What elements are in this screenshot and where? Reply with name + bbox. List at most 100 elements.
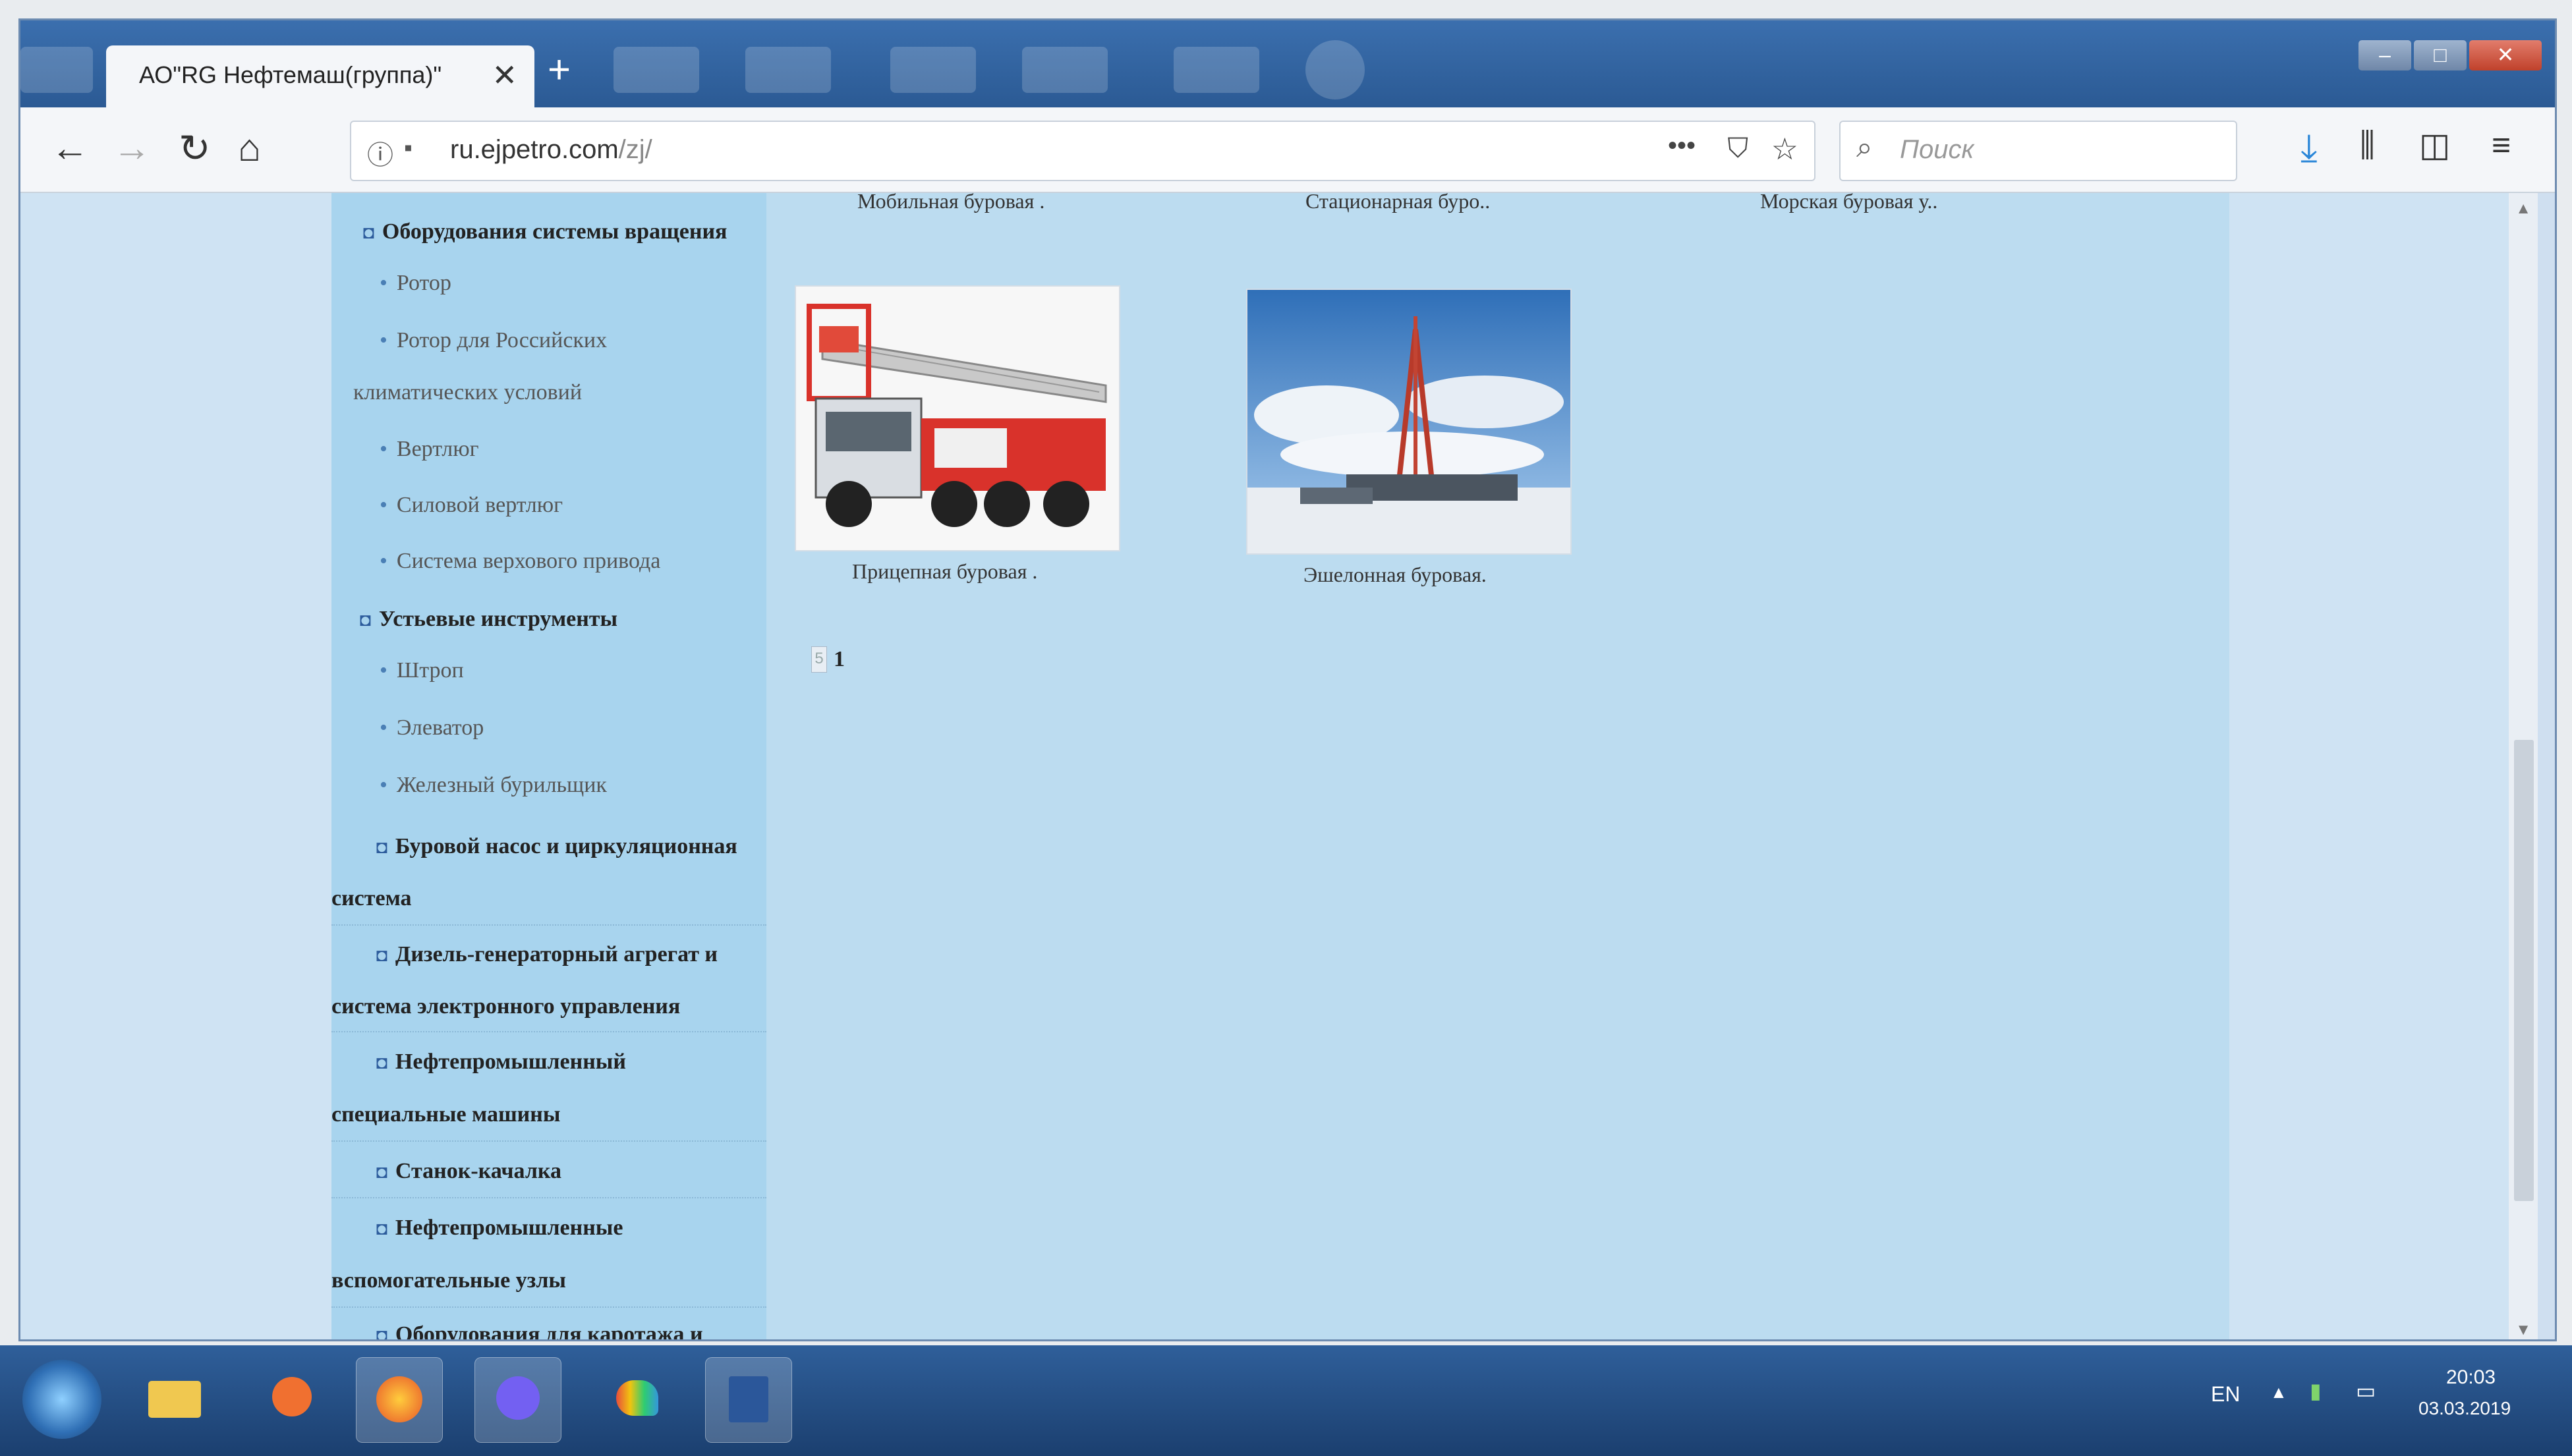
sidebar-item-label: Ротор для Российских [396, 328, 608, 352]
tray-expand-icon[interactable]: ▲ [2270, 1382, 2287, 1403]
pagination: 5 1 [811, 646, 845, 673]
network-icon[interactable]: ▮ [2310, 1378, 2322, 1403]
sidebar-item-label: специальные машины [331, 1102, 561, 1127]
download-icon[interactable]: ⤓ [2301, 126, 2318, 171]
echelon-rig-image [1247, 290, 1570, 553]
sidebar-category-wellhead-tools[interactable]: ◘ Устьевые инструменты [360, 607, 617, 632]
menu-icon[interactable]: ≡ [2492, 126, 2511, 164]
product-image-echelon-rig[interactable] [1246, 289, 1572, 555]
square-bullet-icon: ◘ [376, 1326, 387, 1341]
sidebar-item-label-continued[interactable]: вспомогательные узлы [331, 1268, 566, 1293]
search-field[interactable]: ⌕ Поиск [1839, 121, 2237, 181]
product-label-stationary-rig[interactable]: Стационарная буро.. [1305, 193, 1490, 213]
sidebar-item-label-continued[interactable]: климатических условий [353, 380, 582, 405]
sidebar-item-label: система электронного управления [331, 994, 681, 1019]
active-tab[interactable]: АО"RG Нефтемаш(группа)" ✕ [106, 45, 534, 109]
dot-bullet-icon: • [380, 715, 387, 740]
product-label-mobile-rig[interactable]: Мобильная буровая . [857, 193, 1044, 213]
page-scrollbar[interactable]: ▲ ▼ [2509, 193, 2538, 1339]
dot-bullet-icon: • [380, 493, 387, 517]
sidebar-item-label-continued[interactable]: система [331, 886, 412, 911]
start-menu-button[interactable] [22, 1360, 101, 1439]
sidebar-item-top-drive[interactable]: • Система верхового привода [380, 549, 660, 574]
close-window-icon[interactable]: ✕ [2469, 40, 2542, 70]
sidebar-item-label: Железный бурильщик [396, 773, 607, 797]
product-label-offshore-rig[interactable]: Морская буровая у.. [1760, 193, 1937, 213]
tab-bar-decoration [614, 47, 699, 93]
minimize-icon[interactable]: – [2358, 40, 2411, 70]
sidebar-category-rotation[interactable]: ◘ Оборудования системы вращения [363, 219, 727, 244]
forward-icon[interactable]: → [113, 126, 151, 170]
divider [331, 1306, 766, 1309]
library-icon[interactable]: ⫼ [2360, 126, 2375, 165]
square-bullet-icon: ◘ [376, 837, 387, 858]
browser-window: АО"RG Нефтемаш(группа)" ✕ + – □ ✕ ← → ↻ … [18, 18, 2557, 1341]
product-label-trailer-rig[interactable]: Прицепная буровая . [852, 559, 1037, 584]
sidebar-item-label: Дизель-генераторный агрегат и [395, 942, 718, 966]
sidebar-category-auxiliary-units[interactable]: ◘ Нефтепромышленные [376, 1216, 623, 1241]
product-label-echelon-rig[interactable]: Эшелонная буровая. [1303, 563, 1487, 587]
scroll-down-icon[interactable]: ▼ [2515, 1321, 2531, 1339]
new-tab-button[interactable]: + [548, 47, 571, 92]
tab-close-icon[interactable]: ✕ [492, 57, 517, 93]
sidebar-item-iron-roughneck[interactable]: • Железный бурильщик [380, 773, 607, 798]
navigation-bar: ← → ↻ ⌂ ⓘ ▪ ru.ejpetro.com/zj/ ••• ⛉ ☆ ⌕… [20, 107, 2555, 193]
bookmark-star-icon[interactable]: ☆ [1771, 131, 1798, 167]
sidebar-category-mud-pump[interactable]: ◘ Буровой насос и циркуляционная [376, 834, 737, 859]
product-image-trailer-rig[interactable] [795, 285, 1120, 551]
sidebar-icon[interactable]: ◫ [2419, 126, 2450, 164]
pocket-icon[interactable]: ⛉ [1727, 132, 1748, 165]
clock-time[interactable]: 20:03 [2446, 1366, 2496, 1389]
sidebar-item-label: Нефтепромышленный [395, 1050, 626, 1074]
language-indicator[interactable]: EN [2211, 1382, 2240, 1407]
sidebar-item-label: Штроп [396, 658, 464, 683]
sidebar-item-label: Силовой вертлюг [396, 493, 563, 517]
info-icon[interactable]: ⓘ [367, 134, 393, 172]
file-explorer-icon[interactable] [132, 1357, 217, 1442]
page-viewport: ◘ Оборудования системы вращения • Ротор • Р… [20, 193, 2538, 1341]
sidebar-item-elevator[interactable]: • Элеватор [380, 715, 484, 741]
square-bullet-icon: ◘ [376, 1162, 387, 1183]
sidebar-item-rotor-russia[interactable]: • Ротор для Российских [380, 328, 607, 353]
sidebar-item-label: Система верхового привода [396, 549, 661, 573]
reload-icon[interactable]: ↻ [179, 126, 211, 171]
word-icon[interactable] [705, 1357, 792, 1443]
sidebar-item-label: Оборудования системы вращения [382, 219, 728, 244]
sidebar-category-diesel-generator[interactable]: ◘ Дизель-генераторный агрегат и [376, 942, 718, 967]
clock-date[interactable]: 03.03.2019 [2418, 1398, 2511, 1419]
pagination-prev-button[interactable]: 5 [811, 646, 827, 673]
sidebar-item-power-swivel[interactable]: • Силовой вертлюг [380, 493, 563, 518]
media-player-icon[interactable] [247, 1357, 333, 1442]
notification-icon[interactable]: ▭ [2356, 1378, 2376, 1403]
scroll-thumb[interactable] [2514, 740, 2534, 1201]
sidebar-category-special-machines[interactable]: ◘ Нефтепромышленный [376, 1050, 626, 1075]
viber-icon[interactable] [474, 1357, 561, 1443]
tab-bar-decoration [1174, 47, 1259, 93]
firefox-icon[interactable] [356, 1357, 443, 1443]
dot-bullet-icon: • [380, 437, 387, 461]
page-actions-icon[interactable]: ••• [1668, 131, 1696, 161]
sidebar-item-link[interactable]: • Штроп [380, 658, 464, 683]
search-placeholder: Поиск [1900, 135, 1974, 164]
sidebar-item-swivel[interactable]: • Вертлюг [380, 437, 479, 462]
address-bar[interactable]: ⓘ ▪ ru.ejpetro.com/zj/ ••• ⛉ ☆ [350, 121, 1815, 181]
tab-bar-decoration [1022, 47, 1108, 93]
sidebar-item-label: Оборудования для каротажа и [395, 1322, 703, 1341]
sidebar-item-label: Устьевые инструменты [378, 607, 618, 631]
tab-bar-decoration [745, 47, 831, 93]
dot-bullet-icon: • [380, 773, 387, 797]
pagination-current-page[interactable]: 1 [834, 647, 845, 672]
paint-icon[interactable] [593, 1357, 679, 1442]
sidebar-item-label-continued[interactable]: система электронного управления [331, 994, 680, 1019]
sidebar-category-pumping-unit[interactable]: ◘ Станок-качалка [376, 1159, 561, 1184]
maximize-icon[interactable]: □ [2414, 40, 2467, 70]
dot-bullet-icon: • [380, 549, 387, 573]
divider [331, 1140, 766, 1143]
scroll-up-icon[interactable]: ▲ [2515, 200, 2531, 218]
sidebar-item-label-continued[interactable]: специальные машины [331, 1102, 560, 1127]
home-icon[interactable]: ⌂ [238, 126, 261, 170]
sidebar-category-logging-equipment[interactable]: ◘ Оборудования для каротажа и [376, 1322, 703, 1341]
sidebar-item-rotor[interactable]: • Ротор [380, 271, 451, 296]
back-icon[interactable]: ← [51, 126, 89, 170]
tab-bar-decoration [20, 47, 93, 93]
